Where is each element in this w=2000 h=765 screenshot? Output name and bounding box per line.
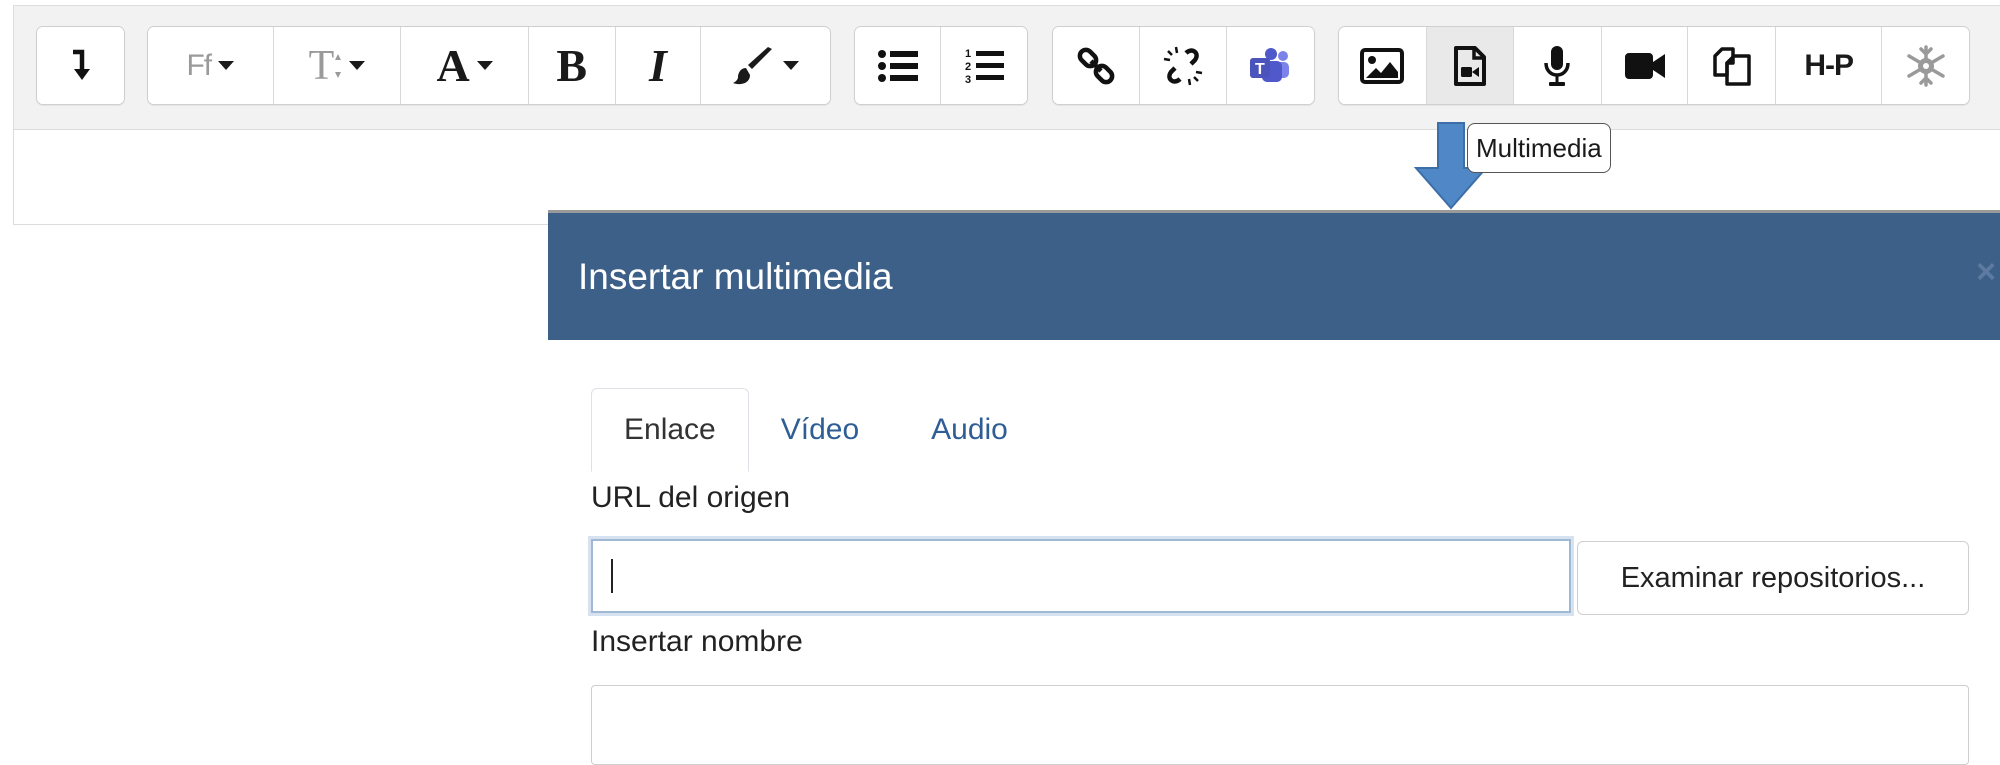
record-video-icon bbox=[1624, 52, 1665, 79]
toolbar-group-collapse bbox=[36, 26, 125, 105]
insert-image-button[interactable] bbox=[1339, 27, 1427, 104]
browse-repositories-button[interactable]: Examinar repositorios... bbox=[1577, 541, 1969, 615]
teams-icon: T bbox=[1250, 47, 1290, 82]
background-color-brush-icon bbox=[733, 46, 773, 84]
toolbar-group-lists: 1 2 3 bbox=[854, 26, 1028, 105]
record-audio-button[interactable] bbox=[1513, 27, 1602, 104]
bold-button[interactable]: B bbox=[528, 27, 616, 104]
chevron-down-icon bbox=[218, 61, 235, 70]
bold-icon: B bbox=[556, 40, 588, 91]
h5p-icon: H-P bbox=[1804, 48, 1854, 82]
toolbar-group-media: H-P bbox=[1338, 26, 1970, 105]
media-icon bbox=[1453, 45, 1486, 86]
toolbar-group-links: T bbox=[1052, 26, 1315, 105]
font-family-button[interactable]: Ff bbox=[148, 27, 274, 104]
ordered-list-button[interactable]: 1 2 3 bbox=[941, 27, 1027, 104]
font-size-icon: T bbox=[308, 42, 335, 89]
insert-media-dialog: Insertar multimedia × Enlace Vídeo Audio… bbox=[548, 210, 2000, 765]
dialog-title: Insertar multimedia bbox=[578, 255, 893, 297]
media-name-input[interactable] bbox=[591, 685, 1969, 765]
chevron-down-icon bbox=[476, 61, 493, 70]
tab-link[interactable]: Enlace bbox=[591, 388, 749, 472]
svg-text:3: 3 bbox=[965, 74, 971, 85]
manage-files-button[interactable] bbox=[1688, 27, 1777, 104]
unordered-list-icon bbox=[877, 49, 918, 82]
collapse-toolbar-button[interactable] bbox=[37, 27, 124, 104]
ordered-list-icon: 1 2 3 bbox=[965, 48, 1004, 85]
insert-h5p-button[interactable]: H-P bbox=[1776, 27, 1883, 104]
media-tabs: Enlace Vídeo Audio bbox=[591, 388, 1040, 472]
text-cursor bbox=[611, 559, 613, 593]
tab-audio[interactable]: Audio bbox=[891, 388, 1040, 472]
url-input[interactable] bbox=[591, 539, 1571, 613]
chevron-down-icon bbox=[349, 61, 366, 70]
svg-text:1: 1 bbox=[965, 48, 971, 60]
unordered-list-button[interactable] bbox=[855, 27, 941, 104]
tab-video[interactable]: Vídeo bbox=[749, 388, 891, 472]
collapse-toolbar-icon bbox=[72, 49, 90, 80]
url-label: URL del origen bbox=[591, 481, 790, 514]
chevron-down-icon bbox=[783, 61, 800, 70]
svg-text:T: T bbox=[1255, 61, 1265, 78]
unlink-button[interactable] bbox=[1140, 27, 1227, 104]
font-family-icon: Ff bbox=[186, 48, 212, 82]
manage-files-icon bbox=[1713, 46, 1751, 86]
font-color-button[interactable]: A bbox=[401, 27, 529, 104]
toolbar-group-text-style: Ff T A B I bbox=[147, 26, 831, 105]
multimedia-tooltip: Multimedia bbox=[1467, 123, 1611, 173]
accessibility-checker-button[interactable] bbox=[1882, 27, 1969, 104]
insert-media-button[interactable] bbox=[1426, 27, 1514, 104]
record-video-button[interactable] bbox=[1601, 27, 1689, 104]
italic-icon: I bbox=[649, 40, 667, 91]
font-color-icon: A bbox=[436, 40, 470, 91]
font-size-button[interactable]: T bbox=[273, 27, 402, 104]
font-size-arrows-icon bbox=[335, 53, 342, 78]
close-icon[interactable]: × bbox=[1976, 253, 1996, 292]
svg-text:2: 2 bbox=[965, 61, 971, 73]
name-label: Insertar nombre bbox=[591, 625, 803, 658]
unlink-icon bbox=[1163, 46, 1203, 85]
link-icon bbox=[1077, 47, 1115, 84]
record-audio-icon bbox=[1544, 45, 1570, 86]
teams-meeting-button[interactable]: T bbox=[1226, 27, 1314, 104]
image-icon bbox=[1360, 47, 1405, 84]
accessibility-checker-icon bbox=[1906, 44, 1945, 87]
link-button[interactable] bbox=[1053, 27, 1141, 104]
background-color-button[interactable] bbox=[701, 27, 830, 104]
italic-button[interactable]: I bbox=[615, 27, 702, 104]
dialog-header: Insertar multimedia × bbox=[548, 213, 2000, 340]
